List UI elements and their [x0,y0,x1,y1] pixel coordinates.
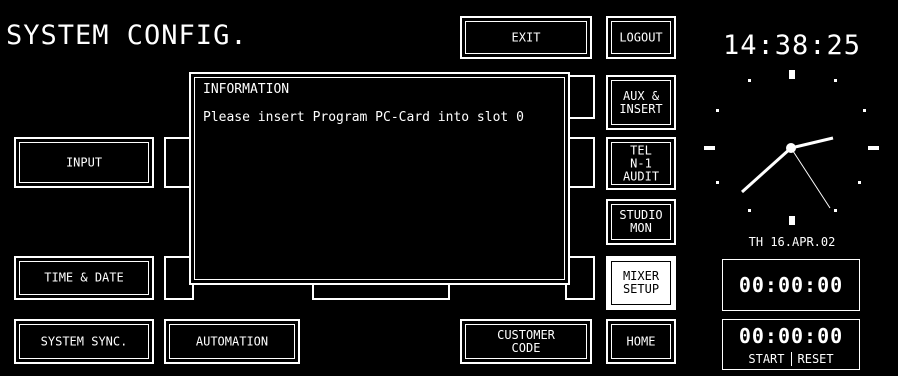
time-date-button[interactable]: TIME & DATE [14,256,154,300]
customer-code-button-label: CUSTOMER CODE [497,327,555,355]
timer-2-value: 00:00:00 [738,324,844,348]
mixer-setup-button[interactable]: MIXER SETUP [606,256,676,310]
automation-button[interactable]: AUTOMATION [164,319,300,364]
tel-n1-audit-button[interactable]: TEL N-1 AUDIT [606,137,676,190]
customer-code-button[interactable]: CUSTOMER CODE [460,319,592,364]
home-button[interactable]: HOME [606,319,676,364]
information-dialog: INFORMATION Please insert Program PC-Car… [189,72,570,285]
clock-date: TH 16.APR.02 [748,235,836,249]
timer-2[interactable]: 00:00:00 START RESET [722,319,860,370]
exit-button[interactable]: EXIT [460,16,592,59]
aux-insert-button[interactable]: AUX & INSERT [606,75,676,130]
timer-1-value: 00:00:00 [738,273,844,297]
aux-insert-button-label: AUX & INSERT [619,88,663,116]
input-button[interactable]: INPUT [14,137,154,188]
digital-clock: 14:38:25 [722,30,862,61]
system-sync-button[interactable]: SYSTEM SYNC. [14,319,154,364]
logout-button-label: LOGOUT [619,30,663,44]
studio-mon-button[interactable]: STUDIO MON [606,199,676,245]
exit-button-label: EXIT [511,30,541,44]
studio-mon-button-label: STUDIO MON [619,208,663,235]
reset-button[interactable]: RESET [792,352,840,366]
logout-button[interactable]: LOGOUT [606,16,676,59]
page-title: SYSTEM CONFIG. [6,20,248,51]
timer-1: 00:00:00 [722,259,860,311]
mixer-setup-button-label: MIXER SETUP [622,269,660,296]
input-button-label: INPUT [65,155,103,169]
dialog-header: INFORMATION [203,82,290,97]
system-sync-button-label: SYSTEM SYNC. [40,334,128,348]
analog-clock-icon [704,70,879,225]
dialog-message: Please insert Program PC-Card into slot … [203,110,524,125]
tel-n1-audit-button-label: TEL N-1 AUDIT [622,143,660,183]
start-button[interactable]: START [742,352,790,366]
automation-button-label: AUTOMATION [195,334,269,348]
home-button-label: HOME [626,334,656,348]
time-date-button-label: TIME & DATE [44,270,124,285]
